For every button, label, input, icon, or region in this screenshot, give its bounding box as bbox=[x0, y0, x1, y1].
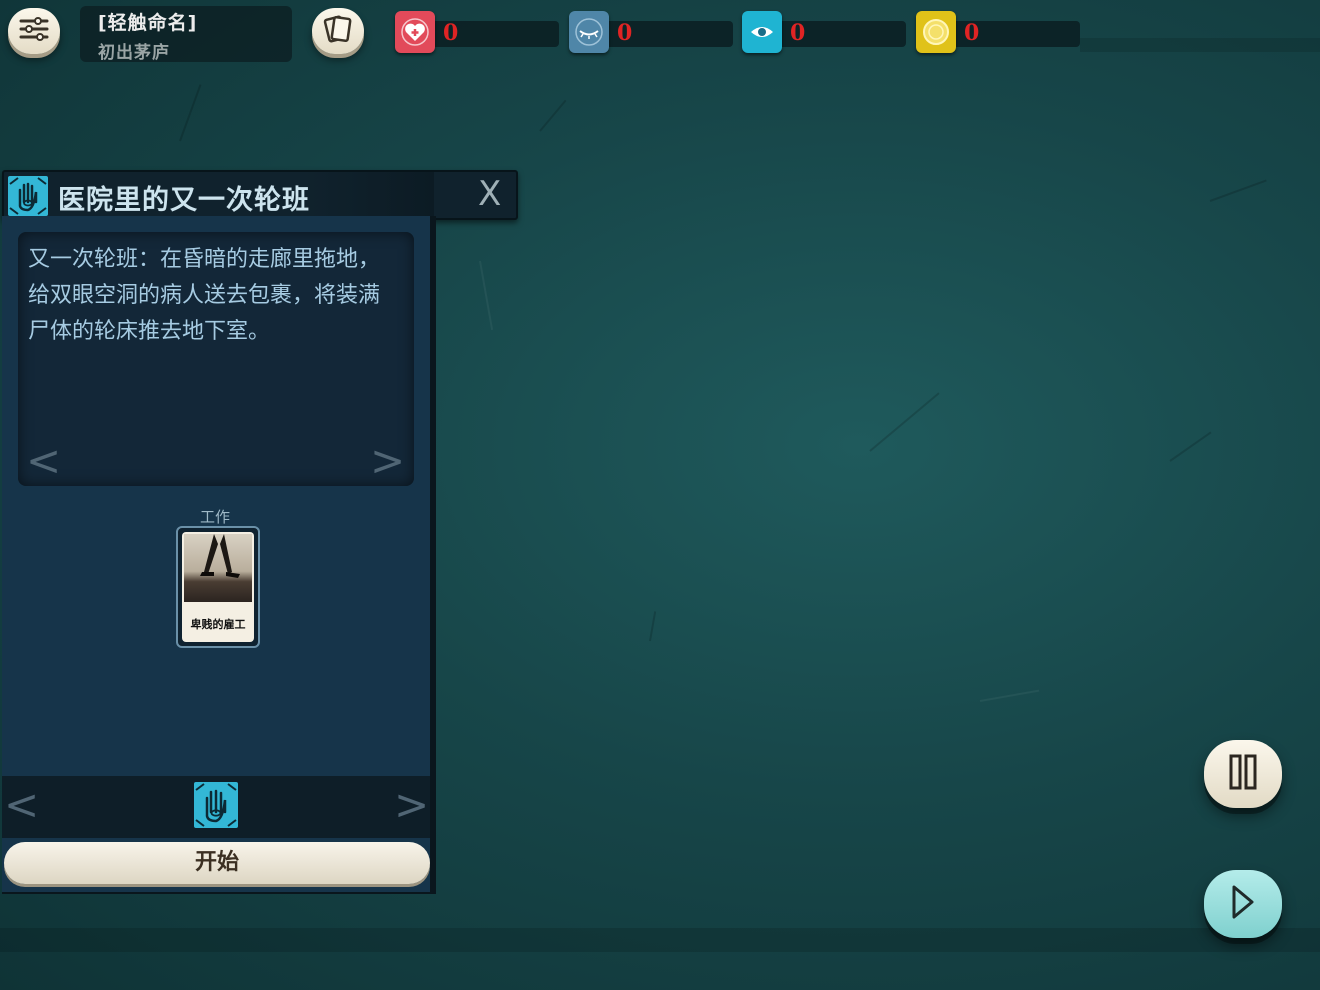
legacy-title[interactable]: [轻触命名] bbox=[98, 8, 197, 35]
stat-reason-value: 0 bbox=[790, 20, 806, 46]
verb-description: 又一次轮班：在昏暗的走廊里拖地，给双眼空洞的病人送去包裹，将装满尸体的轮床推去地… bbox=[28, 247, 381, 344]
scratch bbox=[539, 99, 567, 132]
header-fade bbox=[304, 172, 434, 218]
card[interactable]: 卑贱的雇工 bbox=[182, 532, 254, 642]
pause-button[interactable] bbox=[1204, 740, 1282, 808]
play-icon bbox=[1230, 884, 1256, 924]
scratch bbox=[1169, 431, 1212, 462]
play-button[interactable] bbox=[1204, 870, 1282, 938]
legacy-name-box[interactable]: [轻触命名] 初出茅庐 bbox=[80, 6, 292, 63]
scratch bbox=[179, 84, 202, 142]
hand-work-icon bbox=[194, 782, 238, 828]
walking-legs-art bbox=[184, 534, 252, 602]
verb-panel-body: 又一次轮班：在昏暗的走廊里拖地，给双眼空洞的病人送去包裹，将装满尸体的轮床推去地… bbox=[2, 216, 436, 894]
verb-footer: < > bbox=[2, 776, 430, 838]
top-band bbox=[1080, 38, 1320, 52]
options-button[interactable] bbox=[8, 8, 60, 54]
stat-health-value: 0 bbox=[443, 20, 459, 46]
scratch bbox=[869, 392, 940, 452]
hand-work-icon bbox=[8, 176, 48, 216]
scratch bbox=[649, 611, 657, 642]
deck-button[interactable] bbox=[312, 8, 364, 54]
scratch bbox=[1209, 179, 1267, 202]
verb-title: 医院里的又一次轮班 bbox=[58, 185, 310, 216]
start-button[interactable]: 开始 bbox=[4, 842, 430, 884]
scratch bbox=[979, 689, 1040, 702]
closed-eye-icon bbox=[569, 11, 609, 53]
bottom-band bbox=[0, 928, 1320, 952]
stat-track bbox=[421, 21, 559, 47]
stat-track bbox=[595, 21, 733, 47]
description-box: 又一次轮班：在昏暗的走廊里拖地，给双眼空洞的病人送去包裹，将装满尸体的轮床推去地… bbox=[18, 232, 414, 486]
legacy-subtitle: 初出茅庐 bbox=[98, 43, 170, 63]
sliders-icon bbox=[18, 16, 50, 46]
slot-label: 工作 bbox=[200, 508, 231, 526]
stat-rest-value: 0 bbox=[617, 20, 633, 46]
card-label: 卑贱的雇工 bbox=[190, 618, 246, 631]
description-prev-arrow[interactable]: < bbox=[26, 440, 61, 482]
eye-icon bbox=[742, 11, 782, 53]
verb-next-arrow[interactable]: > bbox=[394, 784, 429, 826]
stat-funds-value: 0 bbox=[964, 20, 980, 46]
close-button[interactable]: X bbox=[478, 174, 501, 214]
stat-track bbox=[768, 21, 906, 47]
pause-icon bbox=[1228, 754, 1258, 794]
verb-panel-header[interactable]: 医院里的又一次轮班 X bbox=[2, 170, 518, 220]
verb-prev-arrow[interactable]: < bbox=[4, 784, 39, 826]
heart-icon bbox=[395, 11, 435, 53]
card-slot[interactable]: 卑贱的雇工 bbox=[176, 526, 260, 648]
cards-icon bbox=[321, 14, 355, 48]
coin-icon bbox=[916, 11, 956, 53]
stat-track bbox=[942, 21, 1080, 47]
scratch bbox=[479, 260, 494, 331]
description-next-arrow[interactable]: > bbox=[370, 440, 405, 482]
